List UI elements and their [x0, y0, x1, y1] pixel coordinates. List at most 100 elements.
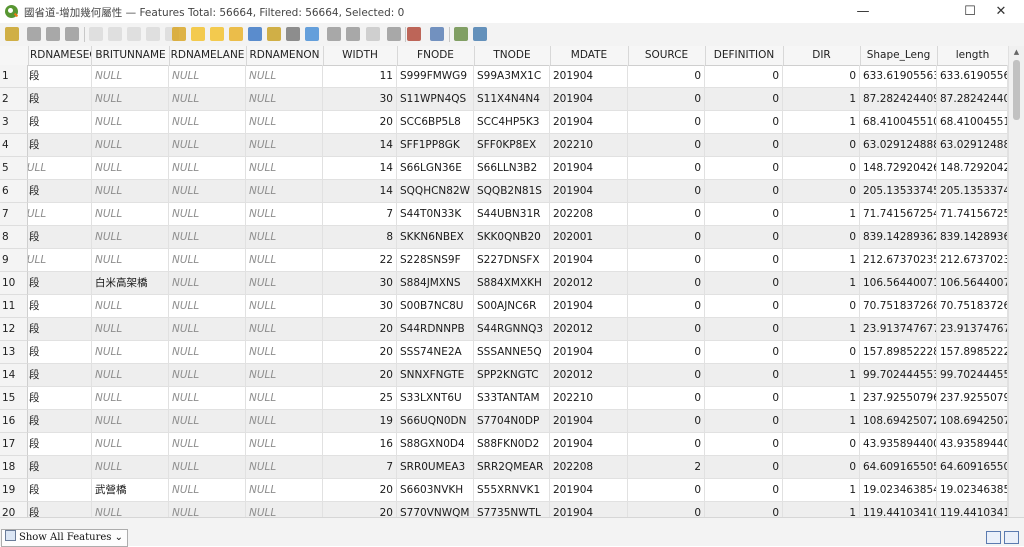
row-number[interactable]: 2: [0, 88, 28, 111]
cell-width[interactable]: 20: [323, 364, 397, 387]
row-number[interactable]: 4: [0, 134, 28, 157]
cell-dir[interactable]: 1: [783, 387, 860, 410]
column-header-rdnamesect[interactable]: RDNAMESECT: [28, 46, 92, 65]
cell-tnode[interactable]: S66LLN3B2: [474, 157, 550, 180]
cell-dir[interactable]: 1: [783, 272, 860, 295]
row-number[interactable]: 1: [0, 65, 28, 88]
cell-def[interactable]: 0: [705, 134, 783, 157]
column-header-dir[interactable]: DIR: [783, 46, 861, 65]
cell-length[interactable]: 106.56440071…: [937, 272, 1008, 295]
cell-tnode[interactable]: SQQB2N81S: [474, 180, 550, 203]
cell-sect[interactable]: 段: [28, 341, 92, 364]
cell-sect[interactable]: NULL: [28, 203, 92, 226]
cell-dir[interactable]: 0: [783, 456, 860, 479]
cell-brit[interactable]: NULL: [92, 249, 169, 272]
cell-brit[interactable]: NULL: [92, 318, 169, 341]
cell-fnode[interactable]: SSS74NE2A: [397, 341, 474, 364]
cell-brit[interactable]: NULL: [92, 410, 169, 433]
cell-sect[interactable]: 段: [28, 364, 92, 387]
cell-fnode[interactable]: SQQHCN82W: [397, 180, 474, 203]
cell-shape[interactable]: 633.61905563…: [860, 65, 937, 88]
table-row[interactable]: 3 段 NULL NULL NULL 20 SCC6BP5L8 SCC4HP5K3 201904…: [0, 111, 1008, 134]
zoom-to-selection-icon[interactable]: [305, 27, 319, 41]
cell-shape[interactable]: 68.410045510…: [860, 111, 937, 134]
cell-source[interactable]: 0: [628, 65, 705, 88]
cell-mdate[interactable]: 201904: [550, 433, 628, 456]
cell-shape[interactable]: 119.44103410…: [860, 502, 937, 517]
cell-tnode[interactable]: SCC4HP5K3: [474, 111, 550, 134]
form-view-icon[interactable]: [1004, 531, 1019, 544]
cell-brit[interactable]: NULL: [92, 203, 169, 226]
row-number[interactable]: 8: [0, 226, 28, 249]
cell-shape[interactable]: 108.69425072…: [860, 410, 937, 433]
pan-to-selection-icon[interactable]: [286, 27, 300, 41]
cell-non[interactable]: NULL: [246, 272, 323, 295]
cell-length[interactable]: 119.44103410…: [937, 502, 1008, 517]
cell-mdate[interactable]: 201904: [550, 249, 628, 272]
cell-non[interactable]: NULL: [246, 364, 323, 387]
select-all-icon[interactable]: [191, 27, 205, 41]
cell-non[interactable]: NULL: [246, 65, 323, 88]
cell-shape[interactable]: 237.92550796…: [860, 387, 937, 410]
cell-fnode[interactable]: S00B7NC8U: [397, 295, 474, 318]
table-row[interactable]: 20 段 NULL NULL NULL 20 S770VNWQM S7735NWTL 20190…: [0, 502, 1008, 517]
cell-non[interactable]: NULL: [246, 134, 323, 157]
cell-source[interactable]: 0: [628, 180, 705, 203]
cell-length[interactable]: 70.751837268…: [937, 295, 1008, 318]
row-number[interactable]: 10: [0, 272, 28, 295]
cell-lane[interactable]: NULL: [169, 203, 246, 226]
cell-source[interactable]: 2: [628, 456, 705, 479]
cell-fnode[interactable]: SCC6BP5L8: [397, 111, 474, 134]
cell-non[interactable]: NULL: [246, 180, 323, 203]
cell-sect[interactable]: 段: [28, 134, 92, 157]
cell-sect[interactable]: 段: [28, 88, 92, 111]
cell-sect[interactable]: NULL: [28, 249, 92, 272]
cell-def[interactable]: 0: [705, 364, 783, 387]
actions-icon[interactable]: [454, 27, 468, 41]
cell-length[interactable]: 157.89852228…: [937, 341, 1008, 364]
cell-width[interactable]: 19: [323, 410, 397, 433]
cell-length[interactable]: 99.702444553…: [937, 364, 1008, 387]
cell-lane[interactable]: NULL: [169, 341, 246, 364]
cell-dir[interactable]: 0: [783, 341, 860, 364]
cell-def[interactable]: 0: [705, 295, 783, 318]
cell-fnode[interactable]: SRR0UMEA3: [397, 456, 474, 479]
cell-length[interactable]: 212.67370235…: [937, 249, 1008, 272]
scrollbar-thumb[interactable]: [1013, 60, 1020, 120]
cell-mdate[interactable]: 202001: [550, 226, 628, 249]
cell-def[interactable]: 0: [705, 410, 783, 433]
cell-brit[interactable]: NULL: [92, 502, 169, 517]
cell-def[interactable]: 0: [705, 88, 783, 111]
cell-lane[interactable]: NULL: [169, 134, 246, 157]
cell-def[interactable]: 0: [705, 65, 783, 88]
cell-def[interactable]: 0: [705, 387, 783, 410]
column-header-rdnamelane[interactable]: RDNAMELANE: [169, 46, 247, 65]
cell-non[interactable]: NULL: [246, 203, 323, 226]
cell-source[interactable]: 0: [628, 318, 705, 341]
move-selection-top-icon[interactable]: [267, 27, 281, 41]
table-row[interactable]: 8 段 NULL NULL NULL 8 SKKN6NBEX SKK0QNB20 202001 0…: [0, 226, 1008, 249]
add-feature-icon[interactable]: [89, 27, 103, 41]
cell-sect[interactable]: 段: [28, 387, 92, 410]
column-header-definition[interactable]: DEFINITION: [705, 46, 784, 65]
cell-tnode[interactable]: S00AJNC6R: [474, 295, 550, 318]
cell-source[interactable]: 0: [628, 249, 705, 272]
cell-shape[interactable]: 71.741567254…: [860, 203, 937, 226]
cell-fnode[interactable]: S11WPN4QS: [397, 88, 474, 111]
deselect-icon[interactable]: [229, 27, 243, 41]
cell-tnode[interactable]: S7735NWTL: [474, 502, 550, 517]
cell-source[interactable]: 0: [628, 479, 705, 502]
cell-sect[interactable]: 段: [28, 272, 92, 295]
minimize-button[interactable]: —: [840, 0, 886, 23]
cell-lane[interactable]: NULL: [169, 410, 246, 433]
table-row[interactable]: 19 段武營橋 NULL NULL 20 S6603NVKH S55XRNVK1 201904…: [0, 479, 1008, 502]
cell-tnode[interactable]: S88FKN0D2: [474, 433, 550, 456]
cell-dir[interactable]: 1: [783, 479, 860, 502]
cell-source[interactable]: 0: [628, 272, 705, 295]
cell-source[interactable]: 0: [628, 203, 705, 226]
cell-brit[interactable]: 武營橋: [92, 479, 169, 502]
cell-tnode[interactable]: SPP2KNGTC: [474, 364, 550, 387]
cell-non[interactable]: NULL: [246, 295, 323, 318]
cell-mdate[interactable]: 202012: [550, 364, 628, 387]
cell-length[interactable]: 19.023463854…: [937, 479, 1008, 502]
